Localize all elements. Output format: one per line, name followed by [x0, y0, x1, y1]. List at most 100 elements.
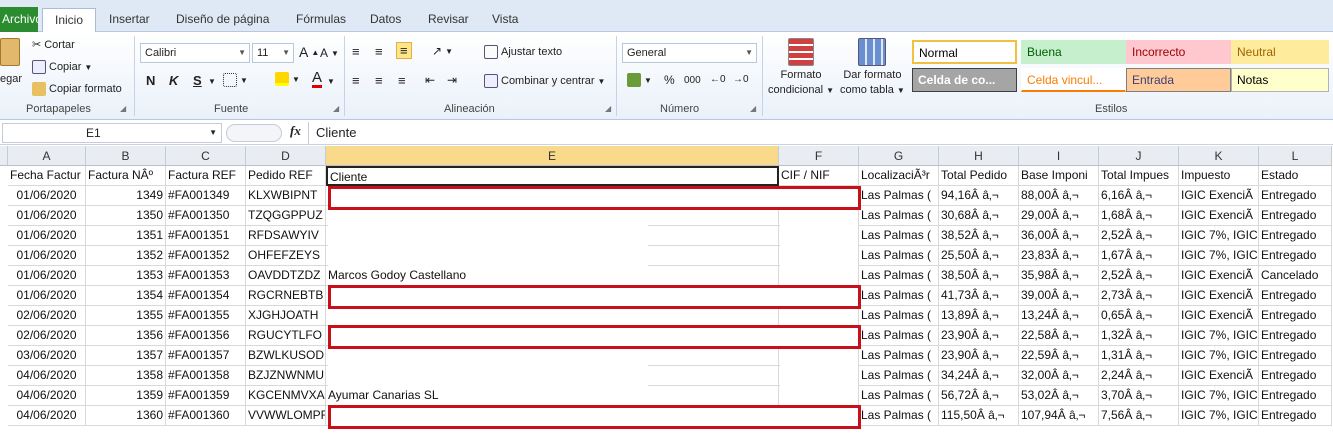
table-cell[interactable]: 1354 [86, 286, 166, 306]
header-cell[interactable]: Impuesto [1179, 166, 1259, 186]
dialog-launcher-icon[interactable]: ◢ [333, 104, 339, 113]
decrease-decimal-icon[interactable]: →0 [733, 74, 749, 85]
table-cell[interactable]: 04/06/2020 [8, 366, 86, 386]
table-cell[interactable]: 1353 [86, 266, 166, 286]
table-cell[interactable]: Entregado [1259, 286, 1332, 306]
table-cell[interactable]: 1,32Â â‚¬ [1099, 326, 1179, 346]
cell-style-6[interactable]: Celda vincul... [1021, 68, 1126, 92]
table-cell[interactable]: Las Palmas ( [859, 306, 939, 326]
table-cell[interactable]: 22,58Â â‚¬ [1019, 326, 1099, 346]
chevron-down-icon[interactable]: ▼ [327, 77, 335, 86]
format-painter-button[interactable]: Copiar formato [32, 82, 122, 96]
table-cell[interactable]: 32,00Â â‚¬ [1019, 366, 1099, 386]
table-cell[interactable]: Las Palmas ( [859, 266, 939, 286]
percent-button[interactable]: % [664, 73, 675, 87]
table-cell[interactable]: 115,50Â â‚¬ [939, 406, 1019, 426]
table-cell[interactable] [779, 306, 859, 326]
table-cell[interactable]: 02/06/2020 [8, 326, 86, 346]
table-cell[interactable]: #FA001355 [166, 306, 246, 326]
table-cell[interactable]: 13,24Â â‚¬ [1019, 306, 1099, 326]
table-cell[interactable]: Las Palmas ( [859, 406, 939, 426]
table-cell[interactable]: 1,31Â â‚¬ [1099, 346, 1179, 366]
table-cell[interactable]: IGIC ExenciÃ [1179, 306, 1259, 326]
increase-decimal-icon[interactable]: ←0 [710, 74, 726, 85]
table-cell[interactable]: 3,70Â â‚¬ [1099, 386, 1179, 406]
table-cell[interactable]: Entregado [1259, 406, 1332, 426]
font-size-combo[interactable]: 11 ▼ [252, 43, 294, 63]
align-left-icon[interactable]: ≡ [352, 73, 360, 88]
table-cell[interactable]: 35,98Â â‚¬ [1019, 266, 1099, 286]
table-cell[interactable]: VVWWLOMPR [246, 406, 326, 426]
currency-icon[interactable]: ▼ [627, 73, 652, 87]
header-cell[interactable]: CIF / NIF [779, 166, 859, 186]
table-cell[interactable]: 38,50Â â‚¬ [939, 266, 1019, 286]
thousands-button[interactable]: 000 [684, 75, 701, 86]
dialog-launcher-icon[interactable]: ◢ [605, 104, 611, 113]
header-cell[interactable]: Cliente [326, 166, 779, 186]
tab-diseno[interactable]: Diseño de página [176, 8, 269, 32]
table-cell[interactable]: #FA001358 [166, 366, 246, 386]
table-cell[interactable]: RFDSAWYIV [246, 226, 326, 246]
table-cell[interactable]: 88,00Â â‚¬ [1019, 186, 1099, 206]
table-cell[interactable]: Las Palmas ( [859, 386, 939, 406]
table-cell[interactable]: 04/06/2020 [8, 406, 86, 426]
table-cell[interactable]: 30,68Â â‚¬ [939, 206, 1019, 226]
table-cell[interactable]: 34,24Â â‚¬ [939, 366, 1019, 386]
underline-button[interactable]: S [193, 73, 202, 88]
table-cell[interactable]: 1355 [86, 306, 166, 326]
table-cell[interactable]: 23,90Â â‚¬ [939, 346, 1019, 366]
table-cell[interactable]: Las Palmas ( [859, 346, 939, 366]
table-cell[interactable]: 2,24Â â‚¬ [1099, 366, 1179, 386]
table-cell[interactable]: Las Palmas ( [859, 246, 939, 266]
column-header-a[interactable]: A [8, 146, 86, 166]
formula-input[interactable]: Cliente [308, 122, 1333, 144]
tab-formulas[interactable]: Fórmulas [296, 8, 346, 32]
paste-button[interactable]: egar [0, 38, 22, 85]
table-cell[interactable]: Las Palmas ( [859, 186, 939, 206]
table-cell[interactable]: 0,65Â â‚¬ [1099, 306, 1179, 326]
align-center-icon[interactable]: ≡ [375, 73, 383, 88]
font-grow-icon[interactable]: A ▲ [299, 44, 319, 60]
table-cell[interactable]: Ayumar Canarias SL [326, 386, 779, 406]
cell-style-5[interactable]: Celda de co... [912, 68, 1017, 92]
cell-style-7[interactable]: Entrada [1126, 68, 1231, 92]
cell-style-3[interactable]: Incorrecto [1126, 40, 1231, 64]
table-cell[interactable]: 1358 [86, 366, 166, 386]
column-header-j[interactable]: J [1099, 146, 1179, 166]
column-header-k[interactable]: K [1179, 146, 1259, 166]
table-cell[interactable]: #FA001353 [166, 266, 246, 286]
column-header-b[interactable]: B [86, 146, 166, 166]
table-cell[interactable]: Entregado [1259, 246, 1332, 266]
cell-style-4[interactable]: Neutral [1231, 40, 1329, 64]
header-cell[interactable]: Total Impues [1099, 166, 1179, 186]
cell-style-8[interactable]: Notas [1231, 68, 1329, 92]
dialog-launcher-icon[interactable]: ◢ [750, 104, 756, 113]
table-cell[interactable]: 01/06/2020 [8, 226, 86, 246]
table-cell[interactable]: RGUCYTLFO [246, 326, 326, 346]
table-cell[interactable]: BZWLKUSOD [246, 346, 326, 366]
table-cell[interactable]: 01/06/2020 [8, 246, 86, 266]
header-cell[interactable]: Factura REF [166, 166, 246, 186]
table-cell[interactable]: 1356 [86, 326, 166, 346]
table-cell[interactable]: IGIC 7%, IGIC [1179, 346, 1259, 366]
table-cell[interactable]: 56,72Â â‚¬ [939, 386, 1019, 406]
table-cell[interactable]: BZJZNWNMU [246, 366, 326, 386]
table-cell[interactable]: 01/06/2020 [8, 186, 86, 206]
header-cell[interactable]: Estado [1259, 166, 1332, 186]
table-cell[interactable]: 1359 [86, 386, 166, 406]
table-cell[interactable]: 94,16Â â‚¬ [939, 186, 1019, 206]
header-cell[interactable]: Total Pedido [939, 166, 1019, 186]
column-header-d[interactable]: D [246, 146, 326, 166]
italic-button[interactable]: K [169, 73, 178, 88]
table-cell[interactable]: 04/06/2020 [8, 386, 86, 406]
conditional-format-button[interactable]: Formato condicional ▼ [768, 38, 834, 96]
column-header-e[interactable]: E [326, 146, 779, 166]
format-as-table-button[interactable]: Dar formato como tabla ▼ [840, 38, 905, 96]
column-header-f[interactable]: F [779, 146, 859, 166]
table-cell[interactable]: Entregado [1259, 326, 1332, 346]
table-cell[interactable]: 1,67Â â‚¬ [1099, 246, 1179, 266]
align-bottom-icon[interactable]: ≡ [396, 42, 412, 59]
table-cell[interactable]: #FA001352 [166, 246, 246, 266]
table-cell[interactable]: IGIC ExenciÃ [1179, 206, 1259, 226]
select-all-corner[interactable] [0, 146, 8, 166]
